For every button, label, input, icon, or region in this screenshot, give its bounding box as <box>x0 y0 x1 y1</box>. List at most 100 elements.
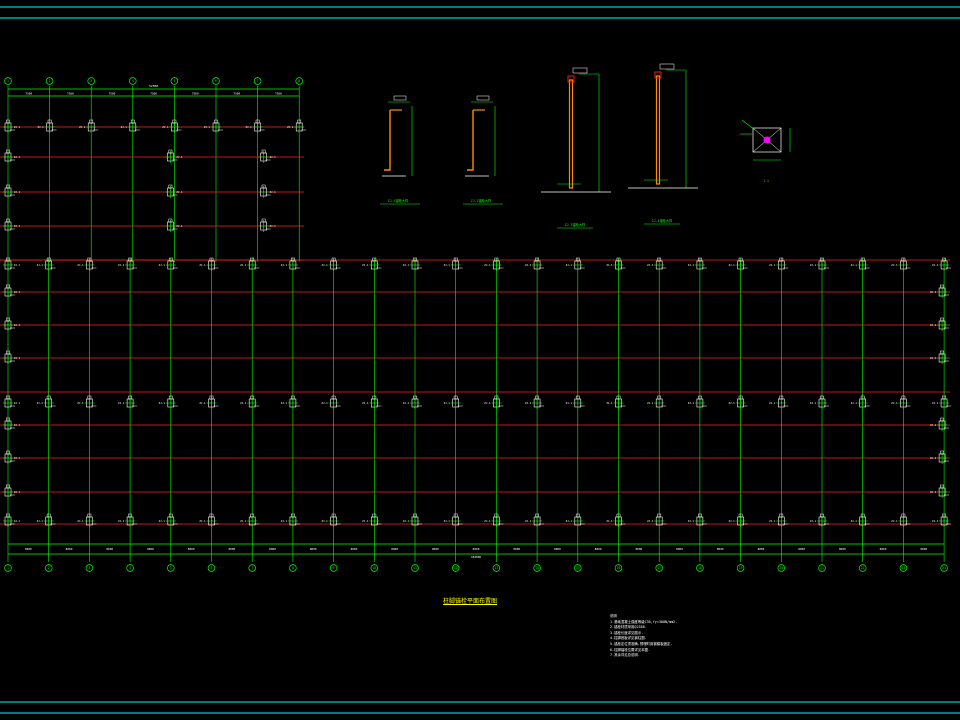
grid-label: 14 <box>535 566 539 570</box>
dimension-span: 8000 <box>839 547 846 551</box>
anchor-bolt-group: ZJ-1 <box>362 395 382 409</box>
dimension-span: 7500 <box>109 92 116 96</box>
anchor-tag: ZJ-1 <box>891 401 898 405</box>
dimension-total: 52500 <box>149 84 158 88</box>
anchor-bolt-group: ZJ-1 <box>3 119 21 133</box>
dimension-span: 8000 <box>351 547 358 551</box>
grid-label: 5 <box>173 79 175 83</box>
dimension-span: 8000 <box>717 547 724 551</box>
dimension-span: 7500 <box>192 92 199 96</box>
anchor-bolt-group: ZJ-1 <box>37 119 57 133</box>
anchor-bolt-group: ZJ-1 <box>484 513 504 527</box>
anchor-tag: ZJ-1 <box>810 263 817 267</box>
anchor-tag: ZJ-1 <box>728 263 735 267</box>
anchor-tag: ZJ-1 <box>240 263 247 267</box>
anchor-tag: ZJ-1 <box>728 401 735 405</box>
anchor-bolt-group: ZJ-1 <box>159 395 178 409</box>
anchor-tag: ZJ-1 <box>810 401 817 405</box>
anchor-tag: ZJ-1 <box>851 519 858 523</box>
anchor-tag: ZJ-1 <box>688 263 695 267</box>
grid-label: 21 <box>820 566 824 570</box>
anchor-bolt-group: ZJ-1 <box>37 395 56 409</box>
anchor-tag: ZJ-1 <box>77 519 84 523</box>
anchor-tag: ZJ-1 <box>37 263 44 267</box>
anchor-tag: ZJ-1 <box>321 263 328 267</box>
anchor-tag: ZJ-1 <box>930 490 937 494</box>
anchor-tag: ZJ-1 <box>525 401 532 405</box>
anchor-bolt-group: ZJ-1 <box>77 513 97 527</box>
grid-label: 5 <box>170 566 172 570</box>
anchor-bolt-group: ZJ-1 <box>199 395 219 409</box>
grid-label: 20 <box>779 566 783 570</box>
anchor-bolt-group: ZJ-1 <box>258 218 276 232</box>
anchor-tag: ZJ-1 <box>121 125 128 129</box>
anchor-tag: ZJ-1 <box>176 190 183 194</box>
notes-block: 说明 1.基础混凝土强度等级C30,fy=300N/mm2. 2.锚栓材质采用Q… <box>610 614 677 659</box>
dimension-span: 8000 <box>25 547 32 551</box>
tag-box <box>659 63 675 70</box>
anchor-bolt-group: ZJ-1 <box>118 395 138 409</box>
drawing-title: 柱脚锚栓平面布置图 <box>443 598 498 605</box>
note-line: 7.其余详见总说明. <box>610 653 640 658</box>
anchor-bolt-group: ZJ-1 <box>3 284 21 298</box>
grid-label: 1 <box>7 79 9 83</box>
anchor-tag: ZJ-1 <box>688 519 695 523</box>
anchor-bolt-group: ZJ-1 <box>162 119 182 133</box>
dimension-span: 8000 <box>228 547 235 551</box>
anchor-tag: ZJ-1 <box>118 519 125 523</box>
anchor-tag: ZJ-1 <box>14 263 21 267</box>
anchor-tag: ZJ-1 <box>810 519 817 523</box>
anchor-bolt-group: ZJ-1 <box>3 350 21 364</box>
anchor-tag: ZJ-1 <box>525 519 532 523</box>
anchor-bolt-group: ZJ-1 <box>484 395 504 409</box>
anchor-bolt-group: ZJ-1 <box>566 513 585 527</box>
anchor-bolt-group: ZJ-1 <box>204 119 223 133</box>
anchor-bolt-group: ZJ-1 <box>258 149 276 163</box>
anchor-bolt-group: ZJ-1 <box>3 450 21 464</box>
anchor-bolt-group: ZJ-1 <box>3 417 21 431</box>
detail-caption: ZJ-4锚栓大样 <box>652 218 673 223</box>
bolt-detail: ZJ-2锚栓大样 <box>463 95 503 205</box>
upper-plan: 52500 7500 7500 7500 7500 7500 7500 7500 1 2 3 4 5 6 7… <box>0 77 307 262</box>
anchor-tag: ZJ-1 <box>14 423 21 427</box>
grid-label: 3 <box>88 566 90 570</box>
anchor-tag: ZJ-1 <box>851 401 858 405</box>
dimension-span: 8000 <box>66 547 73 551</box>
grid-label: 19 <box>739 566 743 570</box>
anchor-bolt-group: ZJ-1 <box>930 284 950 298</box>
anchor-bolt-group: ZJ-1 <box>321 513 341 527</box>
anchor-bolt-group: ZJ-1 <box>444 395 463 409</box>
anchor-tag: ZJ-1 <box>484 263 491 267</box>
lower-plan: 1 2 3 4 5 6 7 8 9 10 11 12 13 14 15 16 17 18 19 20 21 22 23 248… <box>0 257 952 572</box>
anchor-tag: ZJ-1 <box>525 263 532 267</box>
anchor-tag: ZJ-1 <box>176 155 183 159</box>
anchor-bolt-group: ZJ-1 <box>3 513 21 527</box>
note-line: 5.锚栓定位须准确,预埋时用钢模板固定. <box>610 641 673 646</box>
grid-label: 11 <box>413 566 417 570</box>
anchor-bolt-group: ZJ-1 <box>647 395 667 409</box>
grid-label: 2 <box>48 566 50 570</box>
dimension-span: 7500 <box>150 92 157 96</box>
grid-label: 23 <box>901 566 905 570</box>
anchor-bolt-group: ZJ-1 <box>118 513 138 527</box>
anchor-tag: ZJ-1 <box>930 290 937 294</box>
dimension-span: 8000 <box>758 547 765 551</box>
anchor-tag: ZJ-1 <box>204 125 211 129</box>
anchor-tag: ZJ-1 <box>269 224 276 228</box>
anchor-tag: ZJ-1 <box>281 263 288 267</box>
tag-box <box>476 95 490 101</box>
grid-label: 1 <box>7 566 9 570</box>
dimension-span: 8000 <box>880 547 887 551</box>
anchor-bolt-group: ZJ-1 <box>647 513 667 527</box>
grid-label: 7 <box>251 566 253 570</box>
anchor-bolt-group: ZJ-1 <box>77 395 97 409</box>
anchor-bolt-group: ZJ-1 <box>728 395 748 409</box>
dimension-span: 7500 <box>67 92 74 96</box>
anchor-bolt-group: ZJ-1 <box>199 513 219 527</box>
anchor-bolt-group: ZJ-1 <box>932 513 952 527</box>
dimension-span: 7500 <box>233 92 240 96</box>
grid-label: 16 <box>617 566 621 570</box>
dimension-span: 8000 <box>269 547 276 551</box>
cad-drawing: 525007500 7500 7500 7500 7500 7500 75001 2 3 4 5 6 7… <box>0 6 960 714</box>
anchor-tag: ZJ-1 <box>851 263 858 267</box>
